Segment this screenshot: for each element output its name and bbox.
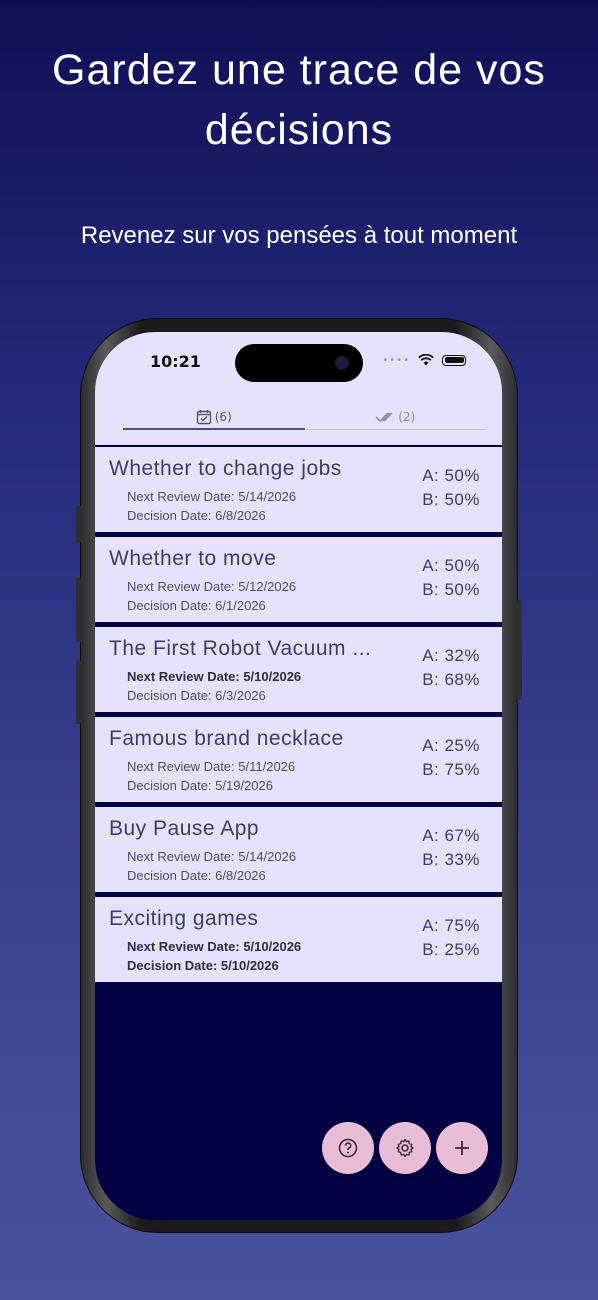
camera-icon: [335, 356, 349, 370]
decision-title: Whether to change jobs: [109, 457, 342, 480]
help-button[interactable]: [322, 1122, 374, 1174]
option-a-percent: A: 25%: [422, 736, 480, 755]
option-a-percent: A: 32%: [422, 646, 480, 665]
option-b-percent: B: 50%: [422, 580, 480, 599]
status-icons: ••••: [382, 354, 466, 366]
power-button: [517, 600, 522, 700]
gear-icon: [396, 1138, 414, 1158]
decision-date: Decision Date: 6/1/2026: [127, 598, 266, 613]
decision-card[interactable]: Famous brand necklace Next Review Date: …: [95, 717, 502, 802]
next-review-date: Next Review Date: 5/11/2026: [127, 759, 296, 774]
status-time: 10:21: [150, 352, 201, 371]
option-b-percent: B: 75%: [422, 760, 480, 779]
option-b-percent: B: 68%: [422, 670, 480, 689]
plus-icon: [455, 1141, 469, 1155]
help-circle-icon: [338, 1138, 358, 1158]
battery-icon: [442, 354, 466, 366]
hero-subline: Revenez sur vos pensées à tout moment: [80, 222, 518, 249]
volume-down-button: [76, 660, 81, 724]
calendar-check-icon: [196, 409, 211, 424]
tab-pending-count: (6): [214, 409, 232, 424]
decision-date: Decision Date: 5/10/2026: [127, 958, 279, 973]
tab-bar: (6) (2): [123, 404, 486, 430]
next-review-date: Next Review Date: 5/10/2026: [127, 669, 302, 684]
option-a-percent: A: 50%: [422, 466, 480, 485]
option-b-percent: B: 25%: [422, 940, 480, 959]
hero-headline: Gardez une trace de vos décisions: [52, 46, 546, 154]
option-a-percent: A: 67%: [422, 826, 480, 845]
decision-title: Famous brand necklace: [109, 727, 344, 750]
next-review-date: Next Review Date: 5/12/2026: [127, 579, 297, 594]
tab-done[interactable]: (2): [305, 404, 487, 429]
decision-date: Decision Date: 6/8/2026: [127, 508, 266, 523]
decision-list: Whether to change jobs Next Review Date:…: [95, 447, 502, 987]
decision-title: Buy Pause App: [109, 817, 260, 840]
action-button: [76, 505, 81, 543]
decision-title: Exciting games: [109, 907, 259, 930]
decision-card[interactable]: The First Robot Vacuum ... Next Review D…: [95, 627, 502, 712]
app-screen: 10:21 •••• (6) (2) Whether to change job…: [95, 332, 502, 1220]
signal-dots-icon: ••••: [382, 354, 410, 366]
option-a-percent: A: 75%: [422, 916, 480, 935]
decision-date: Decision Date: 6/3/2026: [127, 688, 266, 703]
decision-card[interactable]: Whether to change jobs Next Review Date:…: [95, 447, 502, 532]
option-a-percent: A: 50%: [422, 556, 480, 575]
add-decision-button[interactable]: [436, 1122, 488, 1174]
decision-title: The First Robot Vacuum ...: [109, 637, 372, 660]
decision-card[interactable]: Whether to move Next Review Date: 5/12/2…: [95, 537, 502, 622]
decision-date: Decision Date: 5/19/2026: [127, 778, 273, 793]
app-header: 10:21 •••• (6) (2): [95, 332, 502, 445]
volume-up-button: [76, 578, 81, 642]
dynamic-island: [235, 344, 363, 382]
tab-pending[interactable]: (6): [123, 404, 305, 430]
option-b-percent: B: 50%: [422, 490, 480, 509]
next-review-date: Next Review Date: 5/14/2026: [127, 849, 297, 864]
decision-card[interactable]: Exciting games Next Review Date: 5/10/20…: [95, 897, 502, 982]
settings-button[interactable]: [379, 1122, 431, 1174]
next-review-date: Next Review Date: 5/14/2026: [127, 489, 297, 504]
double-check-icon: [375, 411, 393, 422]
decision-date: Decision Date: 6/8/2026: [127, 868, 266, 883]
wifi-icon: [418, 354, 434, 366]
decision-card[interactable]: Buy Pause App Next Review Date: 5/14/202…: [95, 807, 502, 892]
option-b-percent: B: 33%: [422, 850, 480, 869]
decision-title: Whether to move: [109, 547, 277, 570]
next-review-date: Next Review Date: 5/10/2026: [127, 939, 302, 954]
tab-done-count: (2): [398, 409, 416, 424]
